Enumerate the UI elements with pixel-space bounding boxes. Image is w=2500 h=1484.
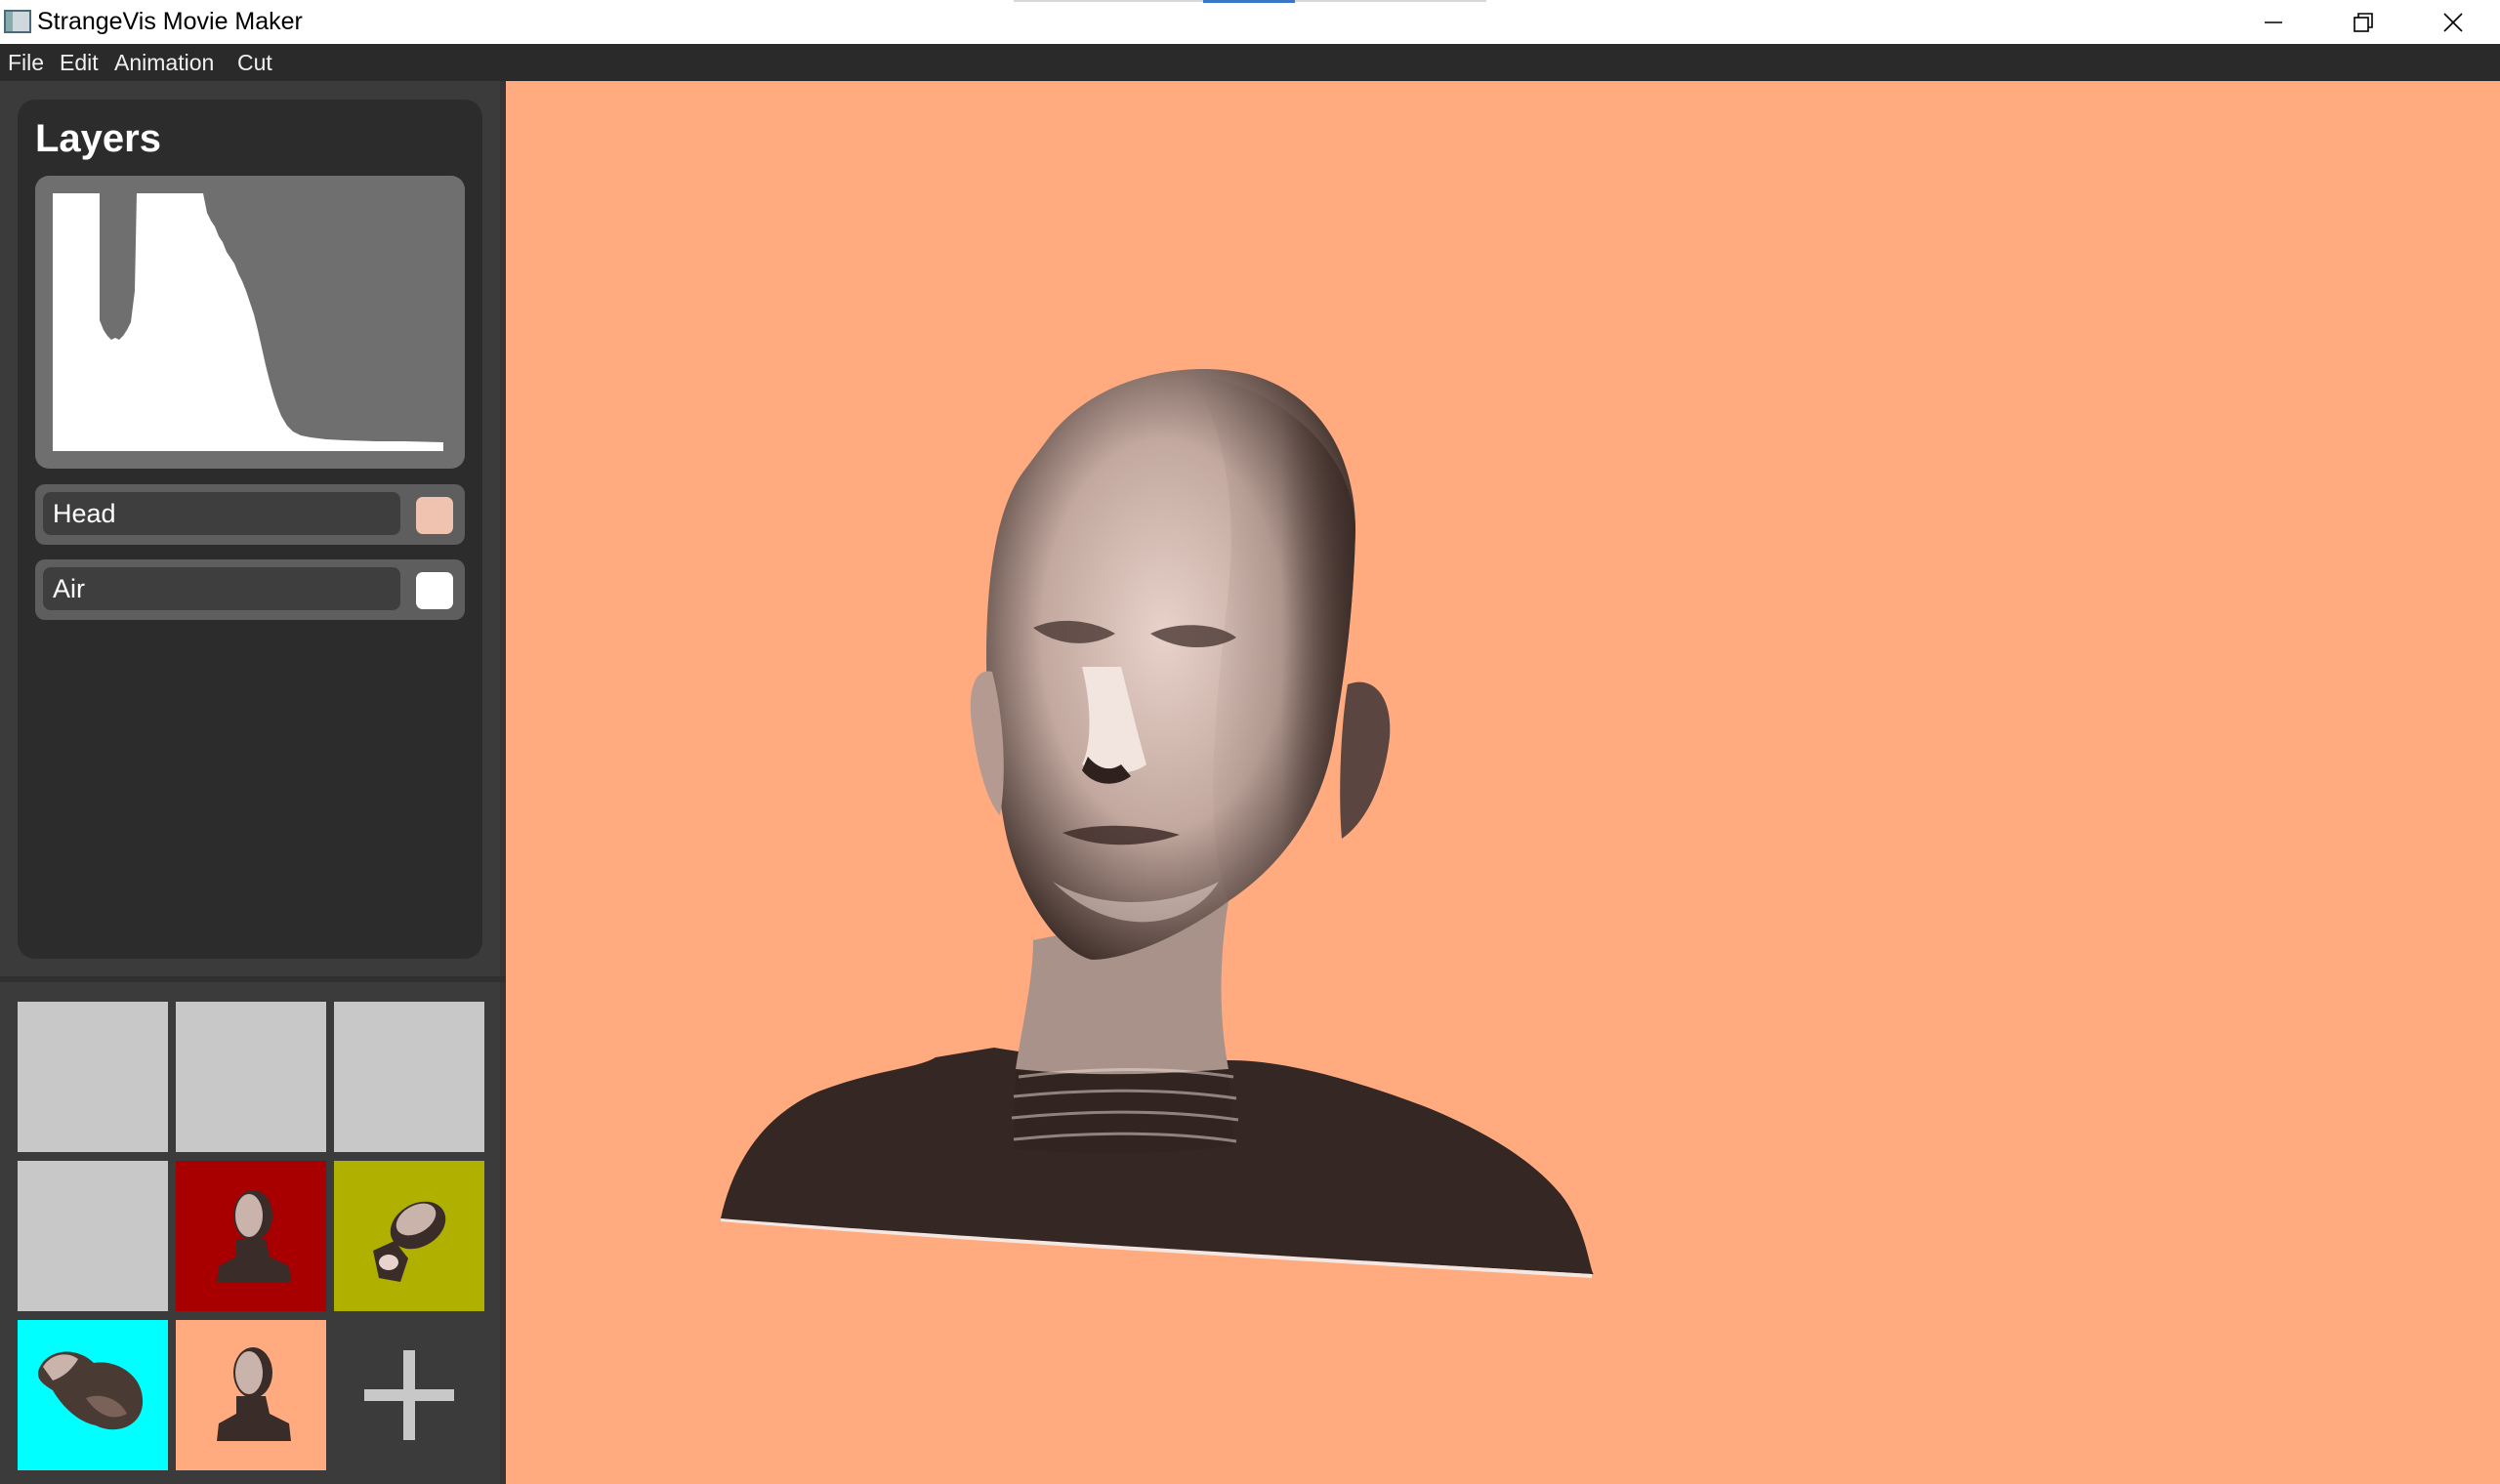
app-icon xyxy=(4,10,31,33)
right-ear xyxy=(1340,681,1391,839)
close-icon xyxy=(2443,12,2463,32)
title-accent xyxy=(1203,0,1295,3)
layer-color-swatch[interactable] xyxy=(416,572,453,609)
layer-name-field[interactable]: Head xyxy=(43,492,400,535)
menu-animation[interactable]: Animation xyxy=(114,49,214,76)
preset-slot-empty[interactable] xyxy=(334,1002,484,1152)
histogram-panel[interactable] xyxy=(35,176,465,469)
layer-row-air[interactable]: Air xyxy=(35,559,465,620)
title-bar: StrangeVis Movie Maker xyxy=(0,0,2500,44)
head-thumbnail xyxy=(37,1351,144,1430)
preset-slot-empty[interactable] xyxy=(176,1002,326,1152)
add-preset-button[interactable] xyxy=(334,1320,484,1470)
histogram[interactable] xyxy=(53,193,443,451)
preset-slot-head-front-red[interactable] xyxy=(176,1161,326,1311)
layers-title: Layers xyxy=(35,117,161,160)
head-thumbnail xyxy=(373,1201,446,1282)
head-thumbnail xyxy=(217,1347,291,1441)
restore-button[interactable] xyxy=(2318,0,2408,44)
panel-divider xyxy=(0,976,506,982)
minimize-button[interactable] xyxy=(2229,0,2318,44)
minimize-icon xyxy=(2265,21,2282,23)
head-thumbnail xyxy=(217,1190,291,1282)
menu-edit[interactable]: Edit xyxy=(60,49,99,76)
window-title: StrangeVis Movie Maker xyxy=(37,8,303,35)
preset-slot-head-side-cyan[interactable] xyxy=(18,1320,168,1470)
head-volume-render[interactable] xyxy=(506,81,2500,1484)
menu-cut[interactable]: Cut xyxy=(237,49,272,76)
plus-icon xyxy=(364,1350,454,1440)
close-button[interactable] xyxy=(2408,0,2498,44)
render-viewport[interactable] xyxy=(506,81,2500,1484)
restore-icon xyxy=(2354,12,2373,32)
layer-row-head[interactable]: Head xyxy=(35,484,465,545)
preset-slot-empty[interactable] xyxy=(18,1002,168,1152)
preset-slot-head-front-peach[interactable] xyxy=(176,1320,326,1470)
layer-name-field[interactable]: Air xyxy=(43,567,400,610)
histogram-area xyxy=(53,193,443,451)
preset-slot-head-tilted-yellow[interactable] xyxy=(334,1161,484,1311)
menu-file[interactable]: File xyxy=(8,49,44,76)
layer-color-swatch[interactable] xyxy=(416,497,453,534)
menu-bar: File Edit Animation Cut xyxy=(0,44,2500,81)
preset-slot-empty[interactable] xyxy=(18,1161,168,1311)
